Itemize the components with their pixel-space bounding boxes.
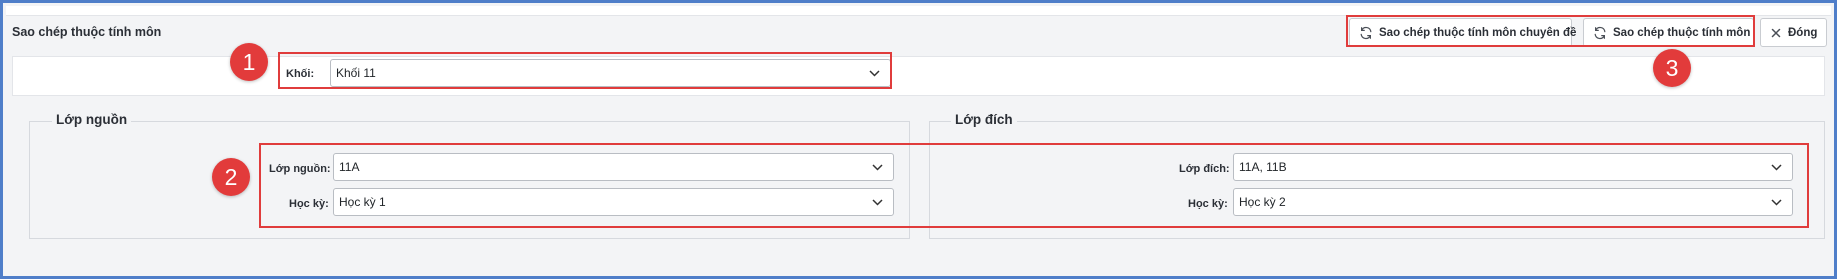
- target-legend: Lớp đích: [951, 112, 1017, 127]
- highlight-box-toolbar: [1346, 15, 1755, 47]
- highlight-box-classes: [259, 143, 1809, 228]
- callout-badge-1: 1: [230, 43, 268, 81]
- highlight-box-grade: [278, 52, 892, 89]
- callout-badge-3: 3: [1653, 49, 1691, 87]
- page-title: Sao chép thuộc tính môn: [12, 25, 162, 39]
- callout-badge-2: 2: [212, 158, 250, 196]
- close-button[interactable]: Đóng: [1760, 18, 1827, 47]
- close-icon: [1771, 28, 1781, 37]
- close-label: Đóng: [1788, 26, 1818, 39]
- source-legend: Lớp nguồn: [52, 112, 132, 127]
